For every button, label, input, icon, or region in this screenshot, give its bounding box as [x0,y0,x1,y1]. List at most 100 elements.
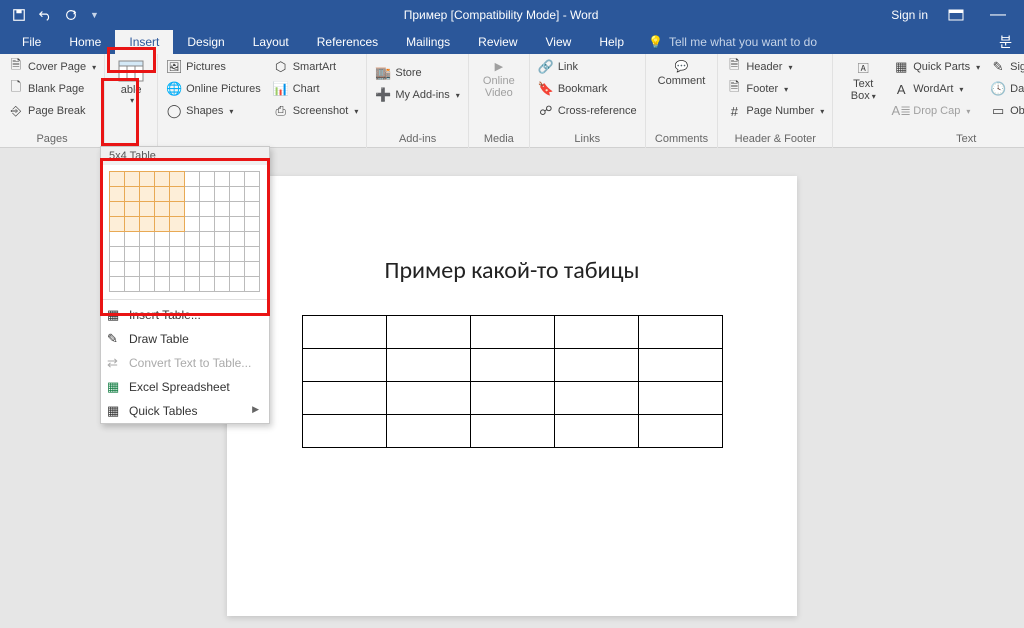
grid-cell[interactable] [215,232,230,247]
grid-cell[interactable] [200,187,215,202]
tab-help[interactable]: Help [585,30,638,54]
grid-cell[interactable] [140,262,155,277]
grid-cell[interactable] [185,217,200,232]
tab-insert[interactable]: Insert [115,30,173,54]
table-cell[interactable] [470,382,554,415]
grid-cell[interactable] [230,262,245,277]
footer-button[interactable]: 🗎Footer▾ [724,80,826,98]
grid-cell[interactable] [155,187,170,202]
grid-cell[interactable] [245,232,260,247]
grid-cell[interactable] [200,172,215,187]
tab-design[interactable]: Design [173,30,238,54]
grid-cell[interactable] [215,262,230,277]
save-icon[interactable] [12,8,26,22]
chart-button[interactable]: 📊Chart [271,80,361,98]
grid-cell[interactable] [170,247,185,262]
grid-cell[interactable] [170,202,185,217]
grid-cell[interactable] [215,247,230,262]
grid-cell[interactable] [110,172,125,187]
grid-cell[interactable] [200,247,215,262]
tab-home[interactable]: Home [55,30,115,54]
grid-cell[interactable] [140,187,155,202]
object-button[interactable]: ▭Object▾ [988,102,1024,120]
grid-cell[interactable] [185,232,200,247]
grid-cell[interactable] [170,217,185,232]
grid-cell[interactable] [185,247,200,262]
tell-me-search[interactable]: 💡Tell me what you want to do [648,35,817,49]
grid-cell[interactable] [215,202,230,217]
table-cell[interactable] [302,349,386,382]
online-video-button[interactable]: ▶︎ OnlineVideo [475,58,523,131]
grid-cell[interactable] [230,172,245,187]
tab-file[interactable]: File [8,30,55,54]
grid-cell[interactable] [230,217,245,232]
grid-cell[interactable] [185,187,200,202]
table-cell[interactable] [470,316,554,349]
grid-cell[interactable] [110,277,125,292]
grid-cell[interactable] [230,277,245,292]
table-cell[interactable] [554,415,638,448]
grid-cell[interactable] [170,232,185,247]
grid-cell[interactable] [155,217,170,232]
grid-cell[interactable] [170,172,185,187]
grid-cell[interactable] [140,232,155,247]
grid-cell[interactable] [245,277,260,292]
grid-cell[interactable] [155,172,170,187]
table-cell[interactable] [638,415,722,448]
table-cell[interactable] [386,382,470,415]
grid-cell[interactable] [170,262,185,277]
grid-cell[interactable] [110,217,125,232]
grid-cell[interactable] [245,187,260,202]
redo-icon[interactable] [64,8,78,22]
my-addins-button[interactable]: ➕My Add-ins▾ [373,86,461,104]
bookmark-button[interactable]: 🔖Bookmark [536,80,639,98]
grid-cell[interactable] [200,262,215,277]
grid-cell[interactable] [155,262,170,277]
table-cell[interactable] [386,349,470,382]
qat-dropdown-icon[interactable]: ▼ [90,10,99,20]
draw-table-item[interactable]: ✎Draw Table [101,327,269,351]
table-cell[interactable] [470,415,554,448]
tab-review[interactable]: Review [464,30,531,54]
grid-cell[interactable] [155,232,170,247]
grid-cell[interactable] [125,262,140,277]
grid-cell[interactable] [230,187,245,202]
grid-cell[interactable] [140,217,155,232]
signin-link[interactable]: Sign in [891,8,928,22]
drop-cap-button[interactable]: A≣Drop Cap▾ [891,102,982,120]
grid-cell[interactable] [215,172,230,187]
grid-cell[interactable] [230,202,245,217]
quick-parts-button[interactable]: ▦Quick Parts▾ [891,58,982,76]
grid-cell[interactable] [185,277,200,292]
grid-cell[interactable] [155,247,170,262]
tab-references[interactable]: References [303,30,392,54]
minimize-button[interactable]: — [984,6,1012,24]
online-pictures-button[interactable]: 🌐Online Pictures [164,80,263,98]
grid-cell[interactable] [125,202,140,217]
cross-reference-button[interactable]: ☍Cross-reference [536,102,639,120]
document-table[interactable] [302,315,723,448]
tab-view[interactable]: View [532,30,586,54]
grid-cell[interactable] [185,202,200,217]
grid-cell[interactable] [125,232,140,247]
grid-cell[interactable] [110,187,125,202]
date-time-button[interactable]: 🕓Date & Time [988,80,1024,98]
grid-cell[interactable] [245,217,260,232]
quick-tables-item[interactable]: ▦Quick Tables▶ [101,399,269,423]
grid-cell[interactable] [245,202,260,217]
link-button[interactable]: 🔗Link [536,58,639,76]
grid-cell[interactable] [110,232,125,247]
text-box-button[interactable]: 🄰 TextBox▾ [839,58,887,131]
signature-button[interactable]: ✎Signature Line▾ [988,58,1024,76]
grid-cell[interactable] [245,247,260,262]
grid-cell[interactable] [215,277,230,292]
store-button[interactable]: 🏬Store [373,64,461,82]
undo-icon[interactable] [38,8,52,22]
grid-cell[interactable] [245,172,260,187]
cover-page-button[interactable]: 🗎Cover Page▾ [6,58,98,76]
grid-cell[interactable] [155,277,170,292]
screenshot-button[interactable]: ⎙Screenshot▾ [271,102,361,120]
grid-cell[interactable] [125,277,140,292]
table-button[interactable]: able ▾ [107,58,155,131]
document-heading[interactable]: Пример какой-то табицы [267,256,757,285]
